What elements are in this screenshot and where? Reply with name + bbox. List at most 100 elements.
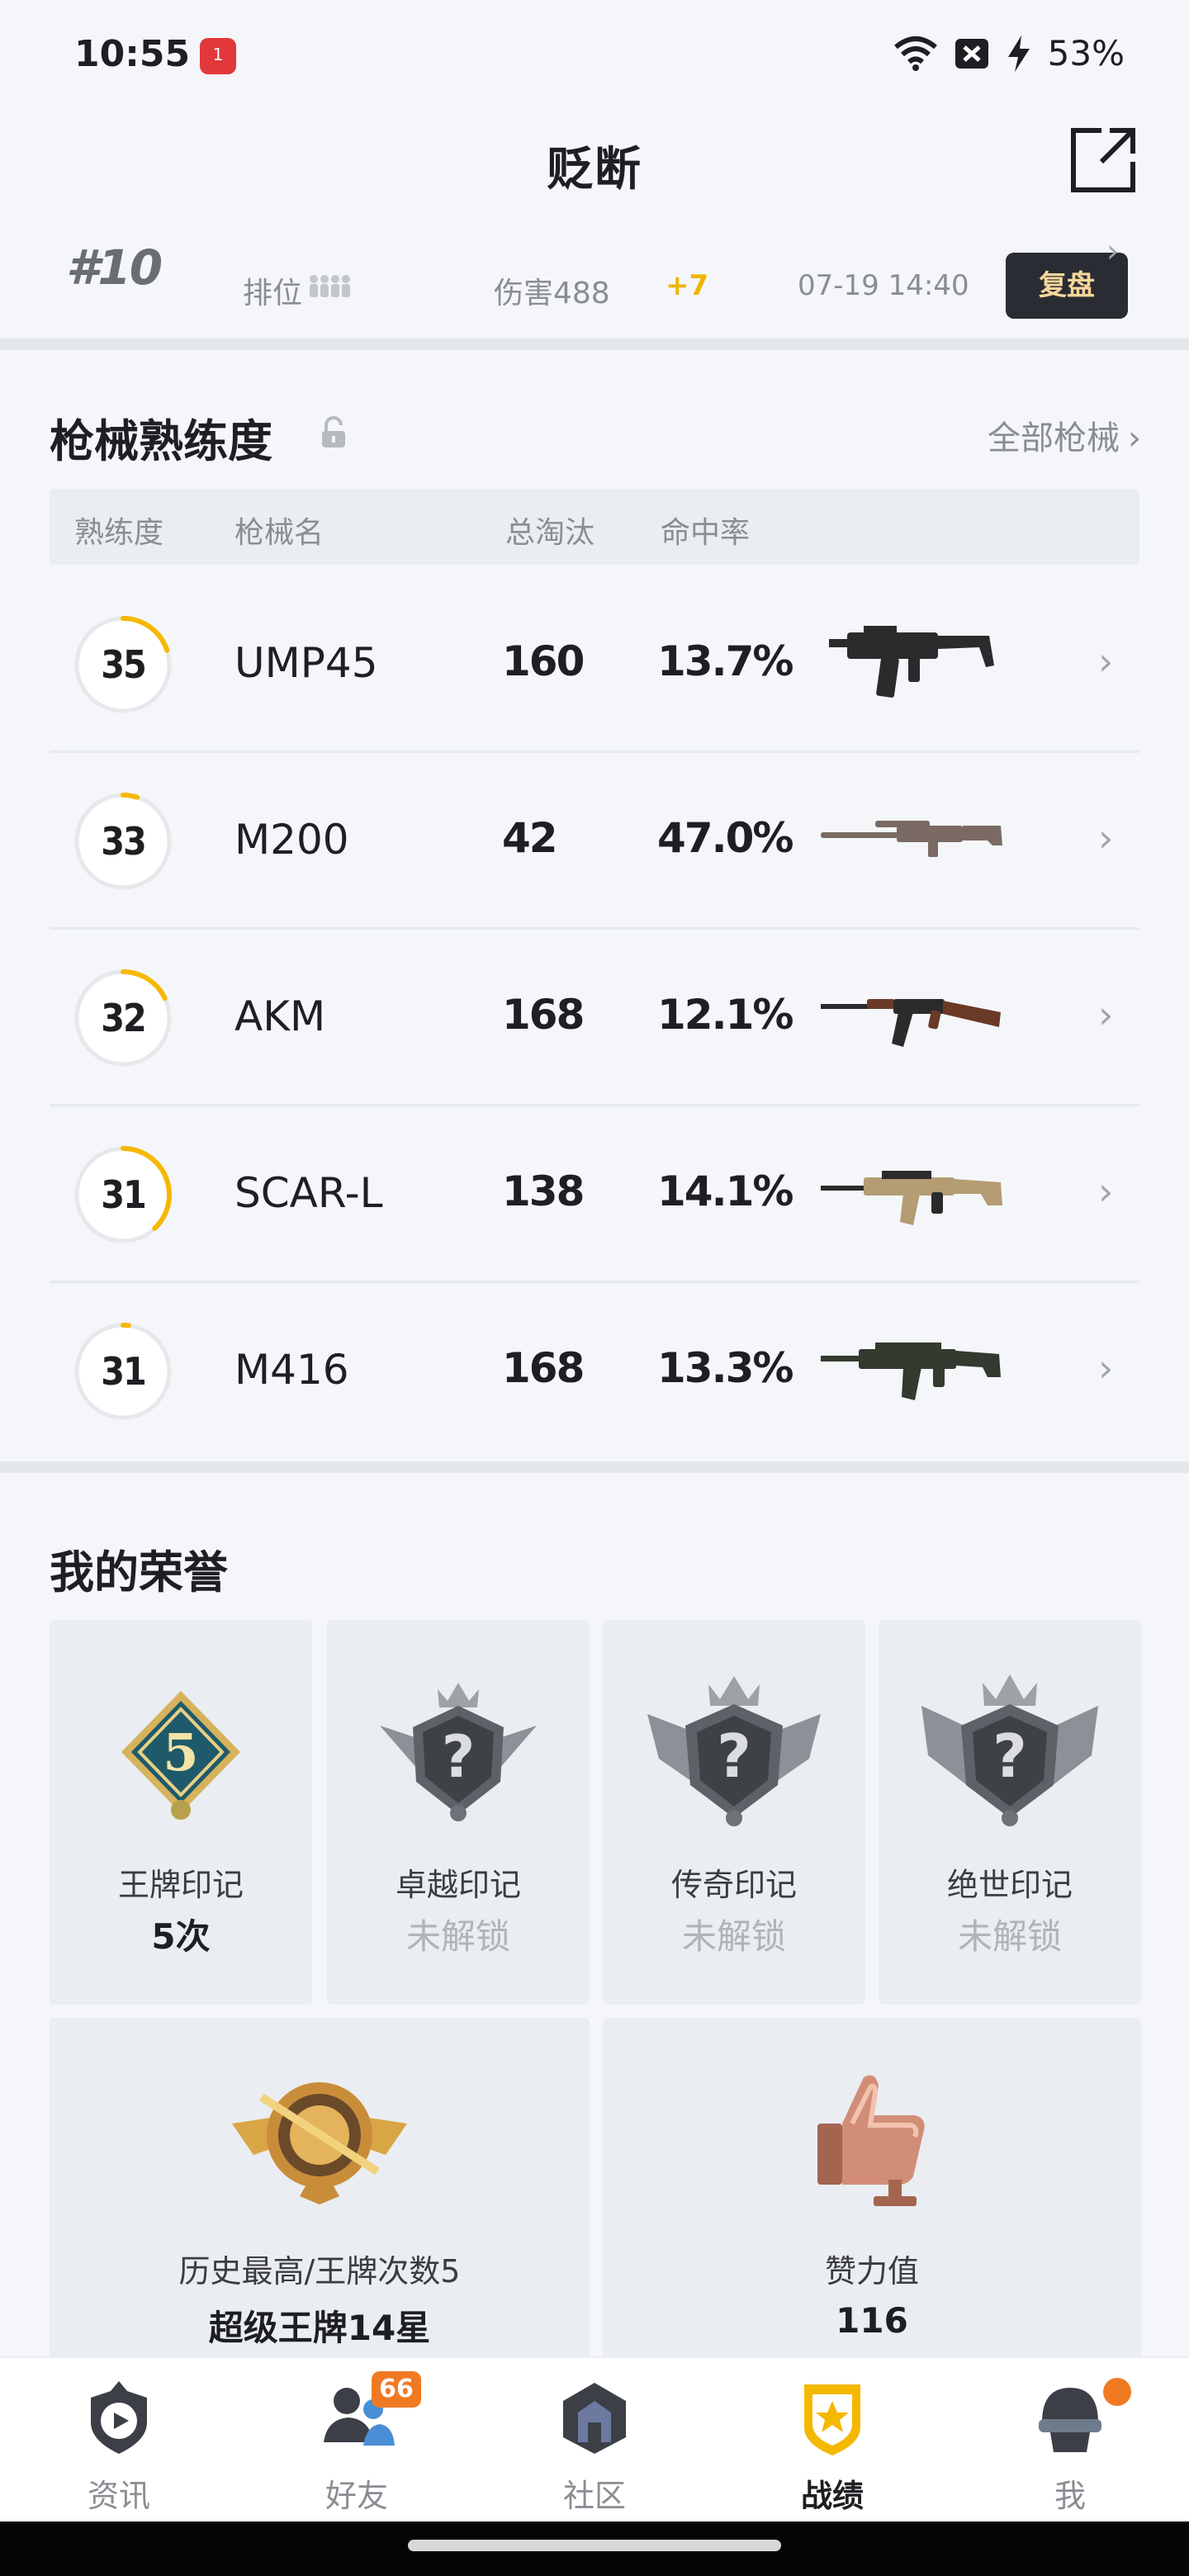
weapon-row[interactable]: 33 M200 42 47.0% › [50,753,1139,930]
ace-mark-badge: 5 [121,1691,240,1820]
honor-value: 未解锁 [681,1916,786,1957]
column-header-kills: 总淘汰 [505,516,595,550]
chevron-right-icon: › [1098,1346,1114,1390]
history-highest-tile[interactable]: 历史最高/王牌次数5 超级王牌14星 [50,2018,590,2365]
honor-label: 绝世印记 [946,1867,1073,1903]
page-header: 贬断 [0,107,1189,223]
recent-match-row[interactable]: #10 排位 伤害488 +7 07-19 14:40 复盘 › [0,223,1189,339]
ace-mark-number: 5 [163,1722,198,1783]
legend-mark-tile[interactable]: ? 传奇印记 未解锁 [603,1620,865,2005]
honor-label: 传奇印记 [670,1867,797,1903]
community-icon [563,2383,626,2454]
nav-label: 资讯 [87,2478,150,2514]
mastery-level: 31 [101,1172,147,1217]
status-bar: 10:55 1 53% [0,0,1189,107]
excellence-mark-tile[interactable]: ? 卓越印记 未解锁 [327,1620,590,2005]
column-header-accuracy: 命中率 [661,516,751,550]
weapon-kills: 42 [502,814,558,862]
mastery-level: 32 [101,996,147,1040]
m200-gun-image [821,821,1002,857]
honor-label: 卓越印记 [395,1867,521,1903]
weapon-name: SCAR-L [234,1169,383,1217]
honor-label: 赞力值 [824,2253,919,2290]
match-time: 07-19 14:40 [798,269,969,302]
match-score-change: +7 [666,269,709,302]
weapon-row[interactable]: 35 UMP45 160 13.7% › [50,576,1139,753]
weapon-kills: 160 [502,637,585,685]
weapon-accuracy: 47.0% [657,814,793,862]
peerless-mark-tile[interactable]: ? 绝世印记 未解锁 [879,1620,1141,2005]
squad-icon [310,275,350,297]
svg-text:?: ? [717,1721,751,1791]
weapon-name: M200 [234,816,349,864]
charging-icon [1007,35,1030,72]
nav-item-community[interactable]: 社区 [476,2358,713,2523]
section-title: 我的荣誉 [50,1546,228,1598]
honors-section: 我的荣誉 5 王牌印记 5次 ? 卓越印记 未解锁 ? 传奇印记 未解锁 ? 绝… [0,1473,1189,2365]
nav-label: 我 [1054,2478,1086,2514]
mastery-level: 33 [101,819,147,864]
honor-value: 超级王牌14星 [208,2308,431,2348]
weapon-row[interactable]: 32 AKM 168 12.1% › [50,930,1139,1106]
chevron-right-icon: › [1128,419,1141,457]
likes-tile[interactable]: 赞力值 116 [603,2018,1141,2365]
weapon-accuracy: 12.1% [657,991,793,1039]
chevron-right-icon: › [1098,816,1114,860]
honor-value: 未解锁 [405,1916,510,1957]
scar-l-gun-image [821,1171,1002,1225]
svg-text:?: ? [992,1721,1027,1791]
battery-level: 53% [1047,33,1125,73]
weapon-name: AKM [234,992,326,1040]
column-header-name: 枪械名 [234,516,324,550]
no-sim-icon [955,38,988,69]
weapon-row[interactable]: 31 SCAR-L 138 14.1% › [50,1106,1139,1283]
wifi-icon [893,36,937,71]
legend-mark-badge: ? [647,1676,821,1826]
home-gesture-pill[interactable] [408,2540,781,2551]
super-ace-badge [232,2082,407,2204]
nav-label: 好友 [324,2478,388,2514]
record-icon [804,2384,860,2455]
match-damage: 伤害488 [494,277,610,310]
nav-item-friends[interactable]: 66 好友 [238,2358,476,2523]
svg-text:?: ? [442,1723,476,1791]
notification-icon: 1 [200,38,236,74]
nav-item-profile[interactable]: 我 [951,2358,1189,2523]
weapon-accuracy: 13.7% [657,637,793,685]
page-title: 贬断 [547,143,642,197]
chevron-right-icon: › [1098,1169,1114,1214]
ace-mark-tile[interactable]: 5 王牌印记 5次 [50,1620,312,2005]
all-weapons-label: 全部枪械 [988,419,1120,457]
honor-value: 未解锁 [957,1916,1062,1957]
excellence-mark-badge: ? [380,1683,537,1821]
honor-label: 王牌印记 [117,1867,244,1903]
peerless-mark-badge: ? [921,1674,1098,1826]
chevron-right-icon: › [1098,639,1114,684]
weapon-kills: 168 [502,991,585,1039]
weapon-accuracy: 13.3% [657,1344,793,1392]
section-divider [0,339,1189,350]
table-header: 熟练度 枪械名 总淘汰 命中率 [50,489,1139,565]
mastery-level: 31 [101,1349,147,1394]
akm-gun-image [821,999,1001,1047]
lock-icon [322,416,345,447]
all-weapons-link[interactable]: 全部枪械 › [988,411,1141,459]
nav-item-record[interactable]: 战绩 [713,2358,951,2523]
weapon-name: M416 [234,1346,349,1394]
weapon-name: UMP45 [234,639,378,687]
weapon-row[interactable]: 31 M416 168 13.3% › [50,1283,1139,1460]
weapon-kills: 168 [502,1344,585,1392]
honor-label: 历史最高/王牌次数5 [178,2253,461,2290]
column-header-mastery: 熟练度 [74,516,164,550]
ump45-gun-image [829,626,994,698]
profile-icon [1039,2388,1101,2452]
nav-item-news[interactable]: 资讯 [0,2358,238,2523]
nav-label: 社区 [562,2478,626,2514]
status-icons: 53% [893,33,1125,73]
friends-badge: 66 [372,2371,421,2408]
share-external-icon[interactable] [1068,125,1138,195]
news-icon [91,2381,147,2454]
nav-label: 战绩 [800,2478,864,2514]
section-divider [0,1461,1189,1473]
profile-notification-dot [1103,2378,1131,2406]
